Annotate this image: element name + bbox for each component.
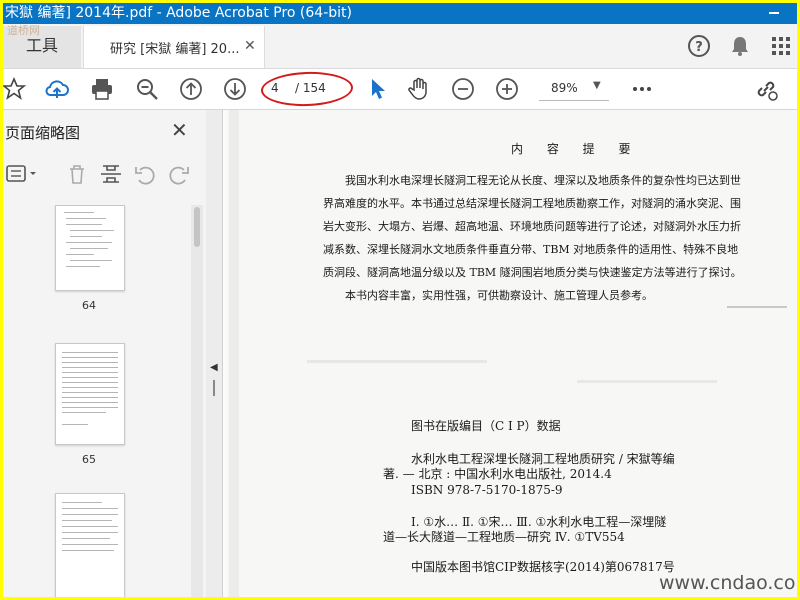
collapse-arrow-icon[interactable]: ◀ xyxy=(210,362,218,373)
cip-line: ISBN 978-7-5170-1875-9 xyxy=(411,483,563,497)
page-navigator: 4 / 154 xyxy=(260,70,354,108)
summary-line: 本书内容丰富，实用性强，可供勘察设计、施工管理人员参考。 xyxy=(345,289,653,302)
zoom-in-icon[interactable] xyxy=(494,76,520,102)
close-panel-icon[interactable]: ✕ xyxy=(171,118,188,142)
document-tab-label: 研究 [宋獄 编著] 20... xyxy=(110,42,240,57)
summary-line: 界高难度的水平。本书通过总结深埋长隧洞工程地质勘察工作，对隧洞的涌水突泥、围 xyxy=(323,197,741,210)
notification-bell-icon[interactable] xyxy=(727,33,753,59)
tab-document[interactable]: 研究 [宋獄 编著] 20... ✕ xyxy=(83,26,265,68)
bookmark-star-icon[interactable] xyxy=(3,76,27,102)
zoom-search-icon[interactable] xyxy=(134,76,160,102)
previous-page-icon[interactable] xyxy=(178,76,204,102)
chevron-down-icon: ▼ xyxy=(593,80,601,91)
scrollbar-thumb[interactable] xyxy=(194,207,200,247)
page-thumbnail[interactable] xyxy=(55,205,125,291)
rotate-left-icon[interactable] xyxy=(133,162,157,186)
next-page-icon[interactable] xyxy=(222,76,248,102)
zoom-level-value: 89% xyxy=(551,81,578,95)
main-toolbar: 4 / 154 89% ▼ xyxy=(3,69,797,110)
site-watermark-url: www.cndao.com xyxy=(659,572,797,594)
cip-line: 道—长大隧道—工程地质—研究 Ⅳ. ①TV554 xyxy=(383,530,625,544)
splitter-grip[interactable] xyxy=(213,380,215,396)
cip-line: 著. — 北京 : 中国水利水电出版社, 2014.4 xyxy=(383,467,612,481)
apps-grid-icon[interactable] xyxy=(768,33,794,59)
thumbnail-panel: 页面缩略图 ✕ 64 65 xyxy=(3,110,207,597)
title-bar: 宋獄 编著] 2014年.pdf - Adobe Acrobat Pro (64… xyxy=(3,3,797,24)
thumbnail-page-number: 64 xyxy=(82,299,96,312)
thumbnail-list: 64 65 xyxy=(3,205,193,597)
summary-line: 我国水利水电深埋长隧洞工程无论从长度、埋深以及地质条件的复杂性均已达到世 xyxy=(345,174,741,187)
insert-page-icon[interactable] xyxy=(99,162,123,186)
share-link-icon[interactable] xyxy=(753,76,779,102)
zoom-level-select[interactable]: 89% ▼ xyxy=(539,76,609,101)
rotate-right-icon[interactable] xyxy=(167,162,191,186)
summary-line: 岩大变形、大塌方、岩爆、超高地温、环境地质问题等进行了论述，对隧洞外水压力折 xyxy=(323,220,741,233)
print-icon[interactable] xyxy=(89,76,115,102)
window-title: 宋獄 编著] 2014年.pdf - Adobe Acrobat Pro (64… xyxy=(5,5,352,21)
cip-line: 中国版本图书馆CIP数据核字(2014)第067817号 xyxy=(411,560,675,574)
tools-tab-label: 工具 xyxy=(25,36,58,55)
page-thumbnail[interactable] xyxy=(55,493,125,597)
thumbnail-options-icon[interactable] xyxy=(5,162,41,186)
help-icon[interactable]: ? xyxy=(686,33,712,59)
summary-heading: 内 容 提 要 xyxy=(511,142,641,156)
summary-line: 质洞段、隧洞高地温分级以及 TBM 隧洞围岩地质分类与快速鉴定方法等进行了探讨。 xyxy=(323,266,742,279)
panel-splitter[interactable]: ◀ xyxy=(206,110,223,597)
tab-bar: 工具 道桥网 研究 [宋獄 编著] 20... ✕ ? xyxy=(3,24,797,69)
panel-title: 页面缩略图 xyxy=(5,124,81,142)
cloud-upload-icon[interactable] xyxy=(44,76,70,102)
current-page-input[interactable]: 4 xyxy=(271,81,289,95)
close-tab-icon[interactable]: ✕ xyxy=(244,38,256,54)
site-watermark: 道桥网 xyxy=(7,24,40,37)
thumbnail-page-number: 65 xyxy=(82,453,96,466)
pdf-page: 内 容 提 要 我国水利水电深埋长隧洞工程无论从长度、埋深以及地质条件的复杂性均… xyxy=(227,110,797,597)
page-thumbnail[interactable] xyxy=(55,343,125,445)
hand-tool-icon[interactable] xyxy=(406,76,432,102)
thumbnail-scrollbar[interactable] xyxy=(191,205,203,597)
app-window: 宋獄 编著] 2014年.pdf - Adobe Acrobat Pro (64… xyxy=(3,3,797,597)
document-viewport[interactable]: 内 容 提 要 我国水利水电深埋长隧洞工程无论从长度、埋深以及地质条件的复杂性均… xyxy=(223,110,797,597)
cip-heading: 图书在版编目（C I P）数据 xyxy=(411,419,561,433)
select-cursor-icon[interactable] xyxy=(364,76,390,102)
total-pages-label: / 154 xyxy=(295,81,326,95)
delete-page-icon[interactable] xyxy=(65,162,89,186)
more-options-icon[interactable] xyxy=(629,76,655,102)
svg-text:?: ? xyxy=(695,40,703,55)
summary-line: 减系数、深埋长隧洞水文地质条件垂直分带、TBM 对地质条件的适用性、特殊不良地 xyxy=(323,243,739,256)
zoom-out-icon[interactable] xyxy=(450,76,476,102)
minimize-icon[interactable] xyxy=(769,12,779,14)
